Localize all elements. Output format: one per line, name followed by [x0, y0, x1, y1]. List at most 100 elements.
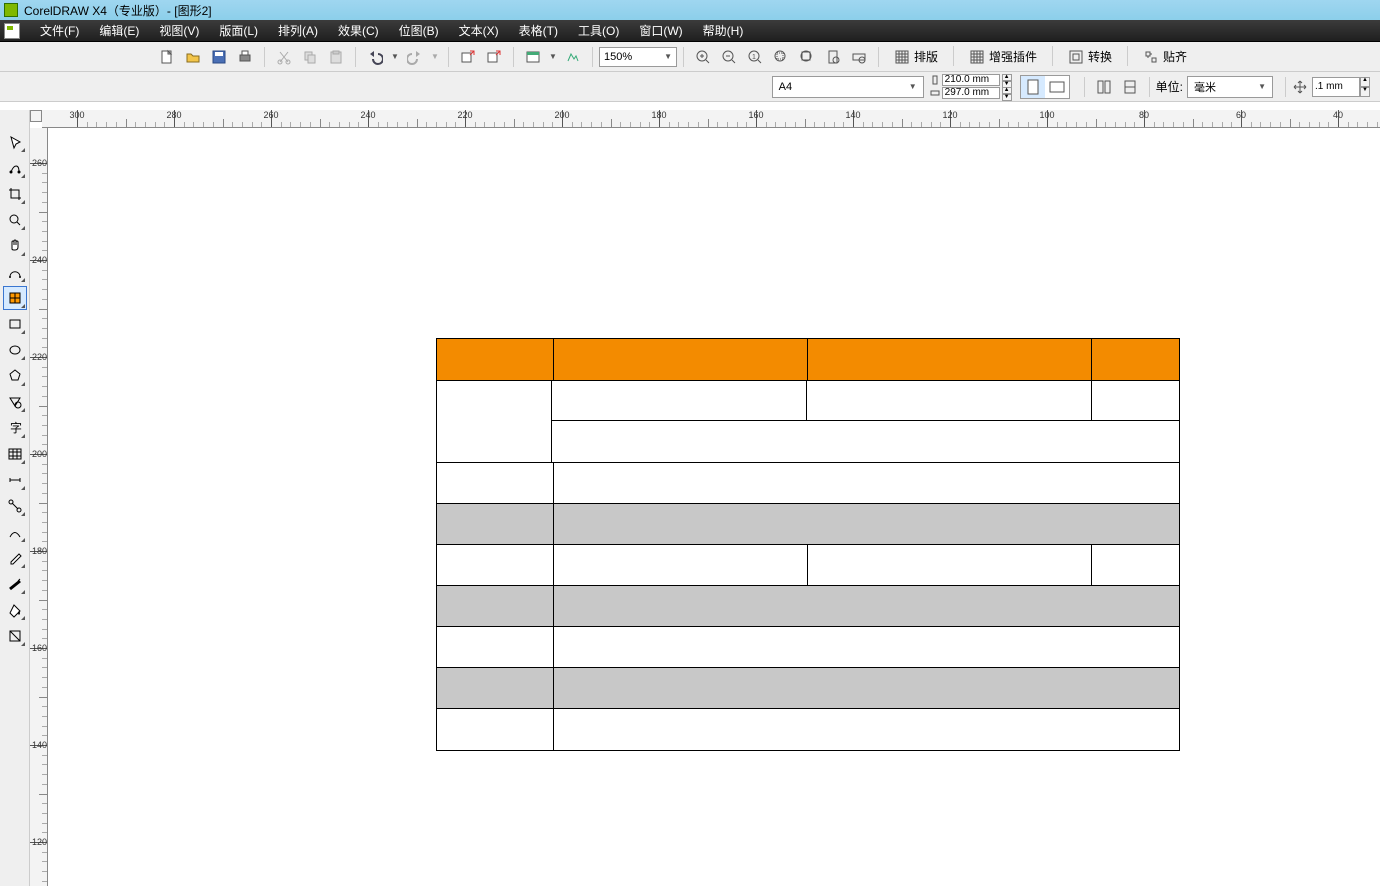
page-height-input[interactable]: 297.0 mm [942, 87, 1000, 99]
tool-fill[interactable] [3, 598, 27, 622]
menu-版面[interactable]: 版面(L) [209, 22, 268, 39]
tool-interactive[interactable] [3, 520, 27, 544]
toolbar-贴齐[interactable]: 贴齐 [1136, 46, 1194, 68]
tool-table[interactable] [3, 442, 27, 466]
paste-button[interactable] [325, 46, 347, 68]
toolbox: 字 [0, 110, 30, 886]
chevron-down-icon: ▼ [664, 52, 672, 61]
tool-rect[interactable] [3, 312, 27, 336]
menu-位图[interactable]: 位图(B) [389, 22, 449, 39]
zoom-width-button[interactable] [848, 46, 870, 68]
save-button[interactable] [208, 46, 230, 68]
zoom-in-button[interactable] [692, 46, 714, 68]
tool-curve[interactable] [3, 260, 27, 284]
nudge-spinner[interactable]: ▲▼ [1360, 77, 1370, 97]
separator [1052, 46, 1053, 66]
menu-效果[interactable]: 效果(C) [328, 22, 389, 39]
tool-pick[interactable] [3, 130, 27, 154]
separator [1127, 46, 1128, 66]
toolbar-转换[interactable]: 转换 [1061, 46, 1119, 68]
ruler-vertical[interactable]: 260240220200180160140120 [30, 128, 48, 886]
export-button[interactable] [483, 46, 505, 68]
open-button[interactable] [182, 46, 204, 68]
welcome-button[interactable] [562, 46, 584, 68]
new-button[interactable] [156, 46, 178, 68]
app-dropdown[interactable]: ▼ [548, 46, 558, 68]
menu-编辑[interactable]: 编辑(E) [89, 22, 149, 39]
zoom-actual-button[interactable]: 1 [744, 46, 766, 68]
width-icon [930, 75, 940, 85]
tool-shape[interactable] [3, 156, 27, 180]
separator [264, 47, 265, 67]
unit-combo[interactable]: 毫米 ▼ [1187, 76, 1273, 98]
menu-文件[interactable]: 文件(F) [30, 22, 89, 39]
page-width-input[interactable]: 210.0 mm [942, 74, 1000, 86]
tool-eyedropper[interactable] [3, 546, 27, 570]
ruler-origin[interactable] [30, 110, 42, 122]
width-spinner[interactable]: ▲▼ [1002, 74, 1012, 86]
orientation-group [1020, 75, 1070, 99]
canvas[interactable] [48, 128, 1380, 886]
menu-表格[interactable]: 表格(T) [509, 22, 568, 39]
copy-button[interactable] [299, 46, 321, 68]
zoom-combo[interactable]: 150% ▼ [599, 47, 677, 67]
menu-帮助[interactable]: 帮助(H) [693, 22, 754, 39]
menu-视图[interactable]: 视图(V) [149, 22, 209, 39]
separator [513, 47, 514, 67]
toolbar-增强插件[interactable]: 增强插件 [962, 46, 1044, 68]
tool-text[interactable]: 字 [3, 416, 27, 440]
separator [1285, 77, 1286, 97]
height-icon [930, 88, 940, 98]
page-size-value: A4 [779, 81, 792, 93]
zoom-value: 150% [604, 51, 632, 63]
zoom-page-button[interactable] [822, 46, 844, 68]
property-bar: A4▼ 210.0 mm ▲▼ 297.0 mm ▲▼ 单位: 毫米▼ .1 m… [0, 72, 1380, 102]
menu-排列[interactable]: 排列(A) [268, 22, 328, 39]
page-size-combo[interactable]: A4▼ [772, 76, 924, 98]
tool-dimension[interactable] [3, 468, 27, 492]
tool-ellipse[interactable] [3, 338, 27, 362]
portrait-button[interactable] [1021, 76, 1045, 98]
chevron-down-icon: ▼ [1258, 82, 1266, 91]
standard-toolbar: ▼ ▼ ▼ 150% ▼ 1 排版增强插件转换贴齐 [0, 42, 1380, 72]
menu-文本[interactable]: 文本(X) [449, 22, 509, 39]
tool-hand[interactable] [3, 234, 27, 258]
svg-text:字: 字 [10, 420, 22, 435]
undo-button[interactable] [364, 46, 386, 68]
tool-basic-shapes[interactable] [3, 390, 27, 414]
undo-dropdown[interactable]: ▼ [390, 46, 400, 68]
print-button[interactable] [234, 46, 256, 68]
redo-dropdown[interactable]: ▼ [430, 46, 440, 68]
toolbar-排版[interactable]: 排版 [887, 46, 945, 68]
app-icon [4, 3, 18, 17]
tool-outline[interactable] [3, 572, 27, 596]
import-button[interactable] [457, 46, 479, 68]
tool-zoom[interactable] [3, 208, 27, 232]
separator [1084, 77, 1085, 97]
tool-polygon[interactable] [3, 364, 27, 388]
nudge-input[interactable]: .1 mm [1312, 77, 1360, 97]
zoom-selection-button[interactable] [770, 46, 792, 68]
apply-page-button[interactable] [1093, 76, 1115, 98]
apply-all-button[interactable] [1119, 76, 1141, 98]
menu-工具[interactable]: 工具(O) [568, 22, 629, 39]
height-spinner[interactable]: ▲▼ [1002, 87, 1012, 99]
unit-value: 毫米 [1194, 79, 1216, 95]
app-launcher-button[interactable] [522, 46, 544, 68]
separator [448, 47, 449, 67]
ruler-horizontal[interactable]: 300280260240220200180160140120100806040 [42, 110, 1380, 128]
tool-connector[interactable] [3, 494, 27, 518]
redo-button[interactable] [404, 46, 426, 68]
document-icon [4, 23, 20, 39]
tool-crop[interactable] [3, 182, 27, 206]
zoom-all-button[interactable] [796, 46, 818, 68]
tool-smart-fill[interactable] [3, 286, 27, 310]
landscape-button[interactable] [1045, 76, 1069, 98]
tool-interactive-fill[interactable] [3, 624, 27, 648]
menu-bar: 文件(F)编辑(E)视图(V)版面(L)排列(A)效果(C)位图(B)文本(X)… [0, 20, 1380, 42]
table-object[interactable] [436, 338, 1180, 751]
separator [683, 47, 684, 67]
cut-button[interactable] [273, 46, 295, 68]
menu-窗口[interactable]: 窗口(W) [629, 22, 692, 39]
zoom-out-button[interactable] [718, 46, 740, 68]
